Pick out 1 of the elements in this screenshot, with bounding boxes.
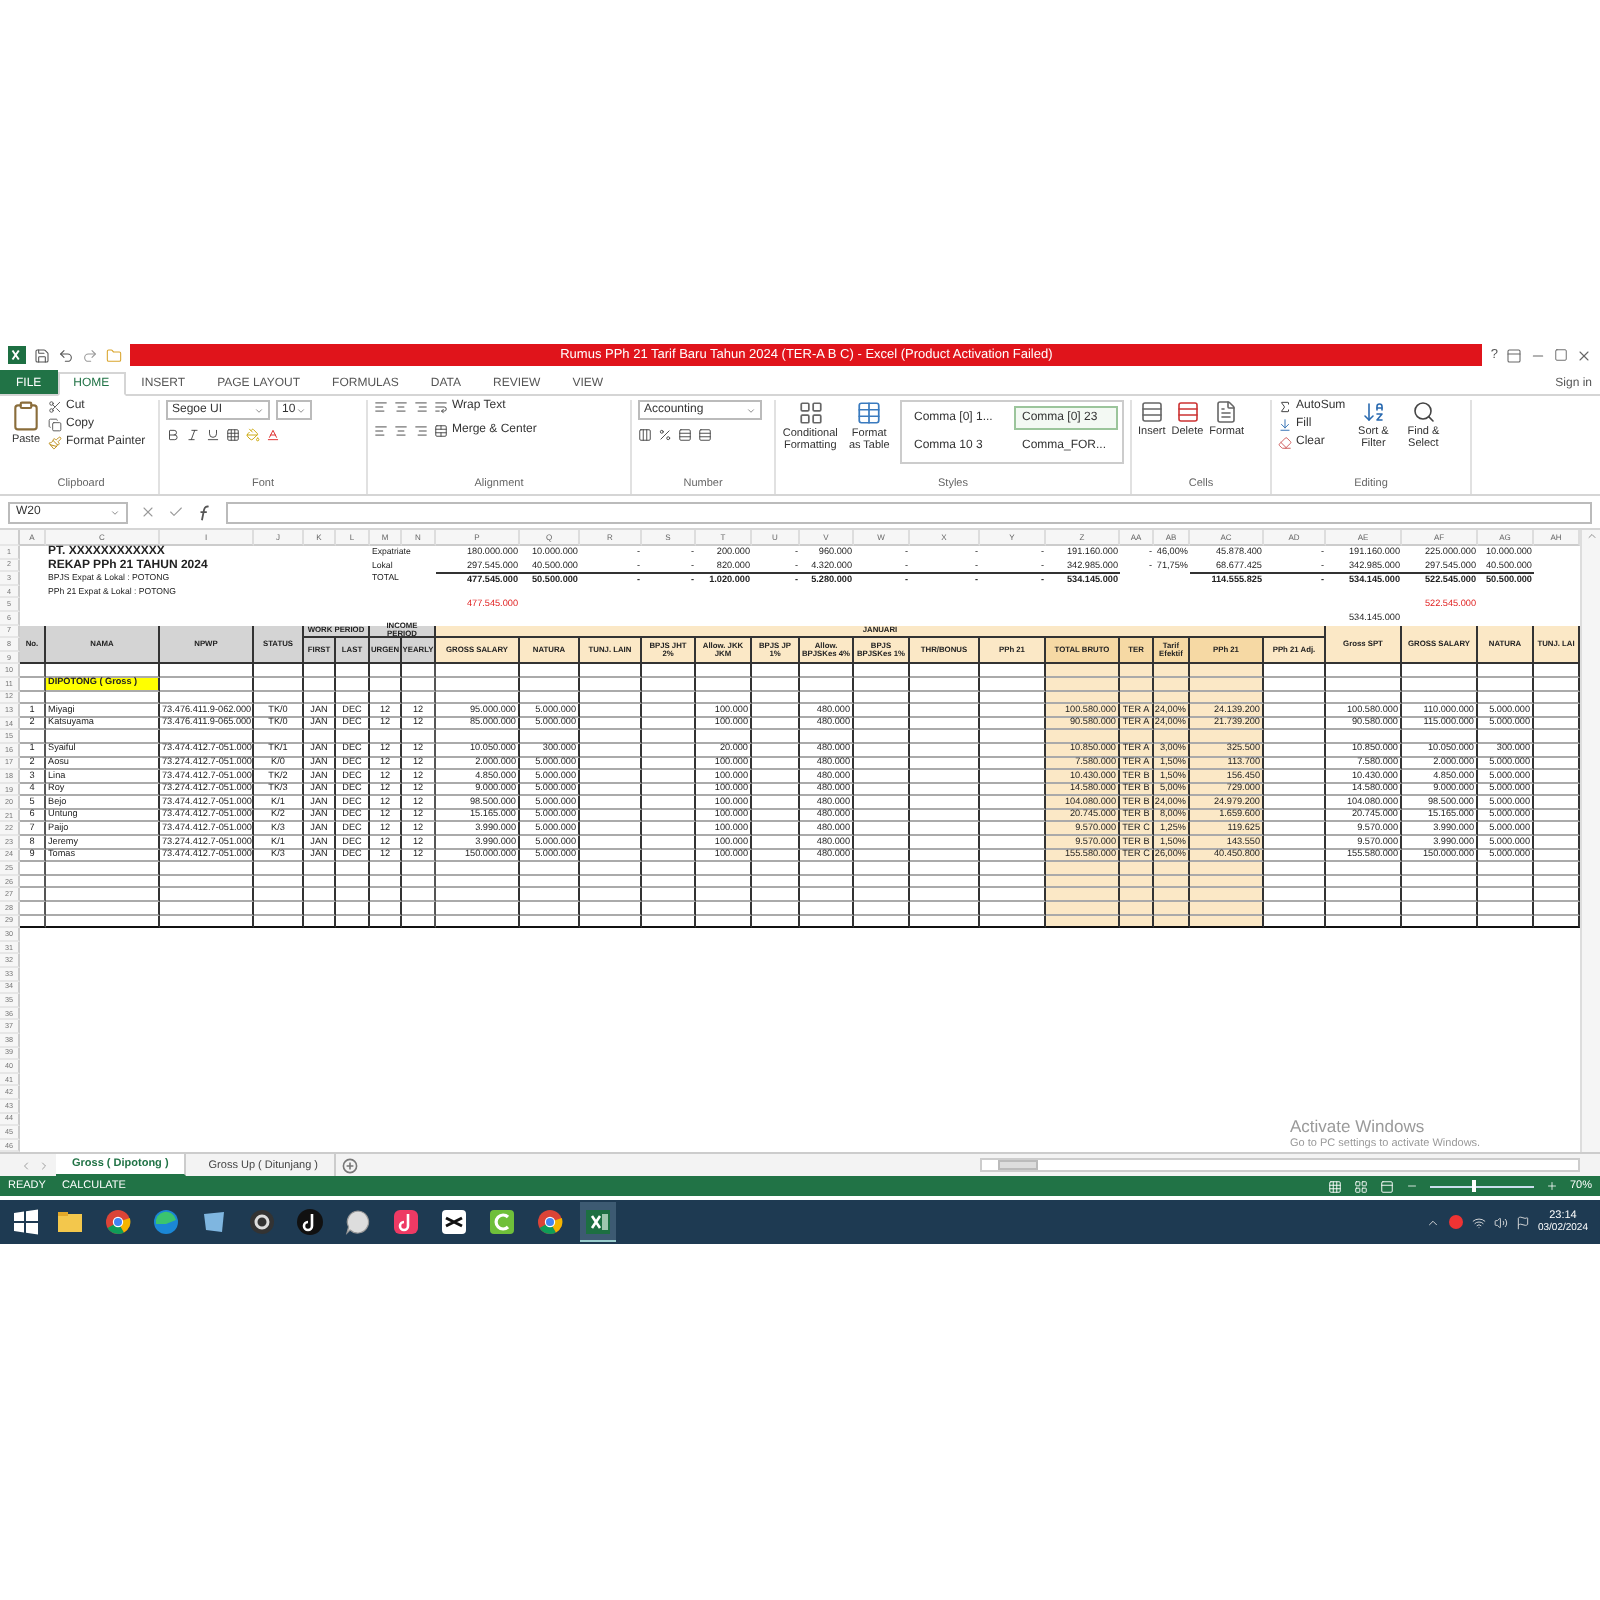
activation-title: Activate Windows [1290,1118,1427,1138]
